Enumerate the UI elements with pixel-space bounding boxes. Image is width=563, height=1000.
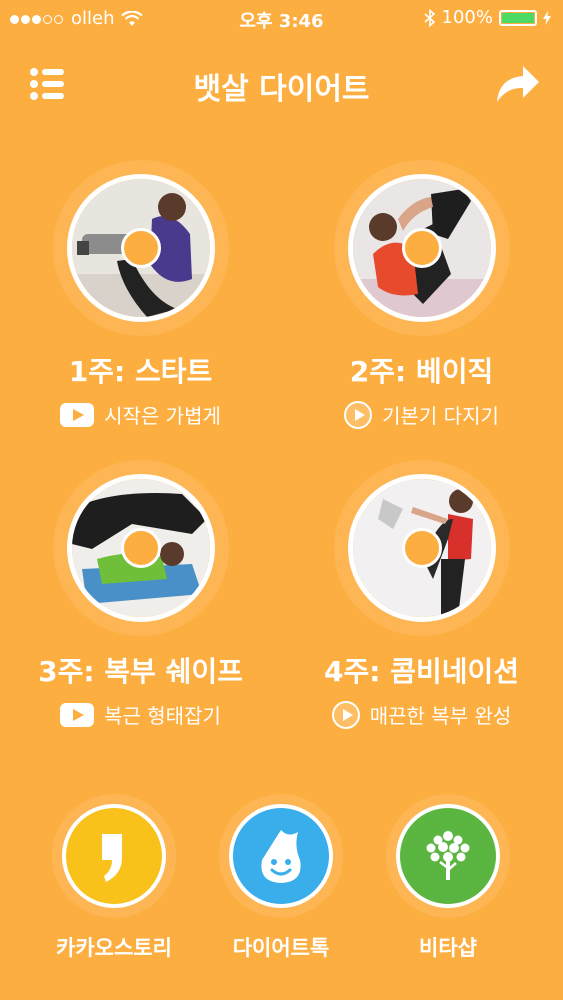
- status-right: 100%: [423, 7, 551, 28]
- play-circle-icon: [344, 400, 373, 429]
- kakaostory-button[interactable]: [62, 804, 166, 908]
- week-3-title: 3주: 복부 쉐이프: [38, 655, 243, 688]
- week-card-4: 4주: 콤비네이션 매끈한 복부 완성: [281, 460, 562, 750]
- week-1-subtitle-link[interactable]: 시작은 가볍게: [0, 400, 281, 429]
- week-2-title: 2주: 베이직: [349, 355, 494, 388]
- battery-icon: [499, 9, 537, 26]
- page-title: 뱃살 다이어트: [193, 72, 370, 107]
- week-1-title: 1주: 스타트: [68, 355, 213, 388]
- kakaostory-label: 카카오스토리: [56, 936, 172, 960]
- disc-center-hole: [401, 228, 442, 268]
- week-1-subtitle: 시작은 가볍게: [104, 404, 221, 428]
- bluetooth-icon: [423, 8, 435, 27]
- week-3-subtitle-link[interactable]: 복근 형태잡기: [0, 700, 281, 729]
- diet-talk-button[interactable]: [229, 804, 333, 908]
- tree-icon: [426, 831, 470, 880]
- droplet-face-icon: [261, 830, 301, 883]
- week-card-2: 2주: 베이직 기본기 다지기: [281, 160, 562, 450]
- share-button[interactable]: [493, 62, 541, 106]
- battery-percent: 100%: [441, 7, 493, 28]
- share-arrow-icon: [497, 66, 539, 102]
- youtube-play-icon: [60, 702, 95, 727]
- week-2-video-thumbnail[interactable]: [347, 174, 496, 322]
- vitashop-button[interactable]: [396, 804, 500, 908]
- week-3-subtitle: 복근 형태잡기: [104, 704, 221, 728]
- week-card-1: 1주: 스타트 시작은 가볍게: [0, 160, 281, 450]
- youtube-play-icon: [60, 402, 95, 427]
- week-2-subtitle-link[interactable]: 기본기 다지기: [281, 400, 562, 429]
- diet-talk-label: 다이어트톡: [232, 936, 330, 960]
- charging-icon: [543, 10, 551, 25]
- week-4-title: 4주: 콤비네이션: [324, 655, 519, 688]
- week-4-subtitle: 매끈한 복부 완성: [369, 704, 512, 728]
- week-1-video-thumbnail[interactable]: [66, 174, 215, 322]
- kakaostory-icon: [102, 834, 122, 882]
- week-2-subtitle: 기본기 다지기: [382, 404, 499, 428]
- week-4-subtitle-link[interactable]: 매끈한 복부 완성: [281, 700, 562, 729]
- vitashop-label: 비타샵: [419, 936, 477, 960]
- status-bar: olleh 오후 3:46 100%: [0, 0, 563, 38]
- nav-bar: 뱃살 다이어트: [0, 50, 563, 120]
- disc-center-hole: [120, 528, 161, 568]
- week-4-video-thumbnail[interactable]: [347, 474, 496, 622]
- week-card-3: 3주: 복부 쉐이프 복근 형태잡기: [0, 460, 281, 750]
- week-3-video-thumbnail[interactable]: [66, 474, 215, 622]
- disc-center-hole: [120, 228, 161, 268]
- disc-center-hole: [401, 528, 442, 568]
- play-circle-icon: [331, 700, 360, 729]
